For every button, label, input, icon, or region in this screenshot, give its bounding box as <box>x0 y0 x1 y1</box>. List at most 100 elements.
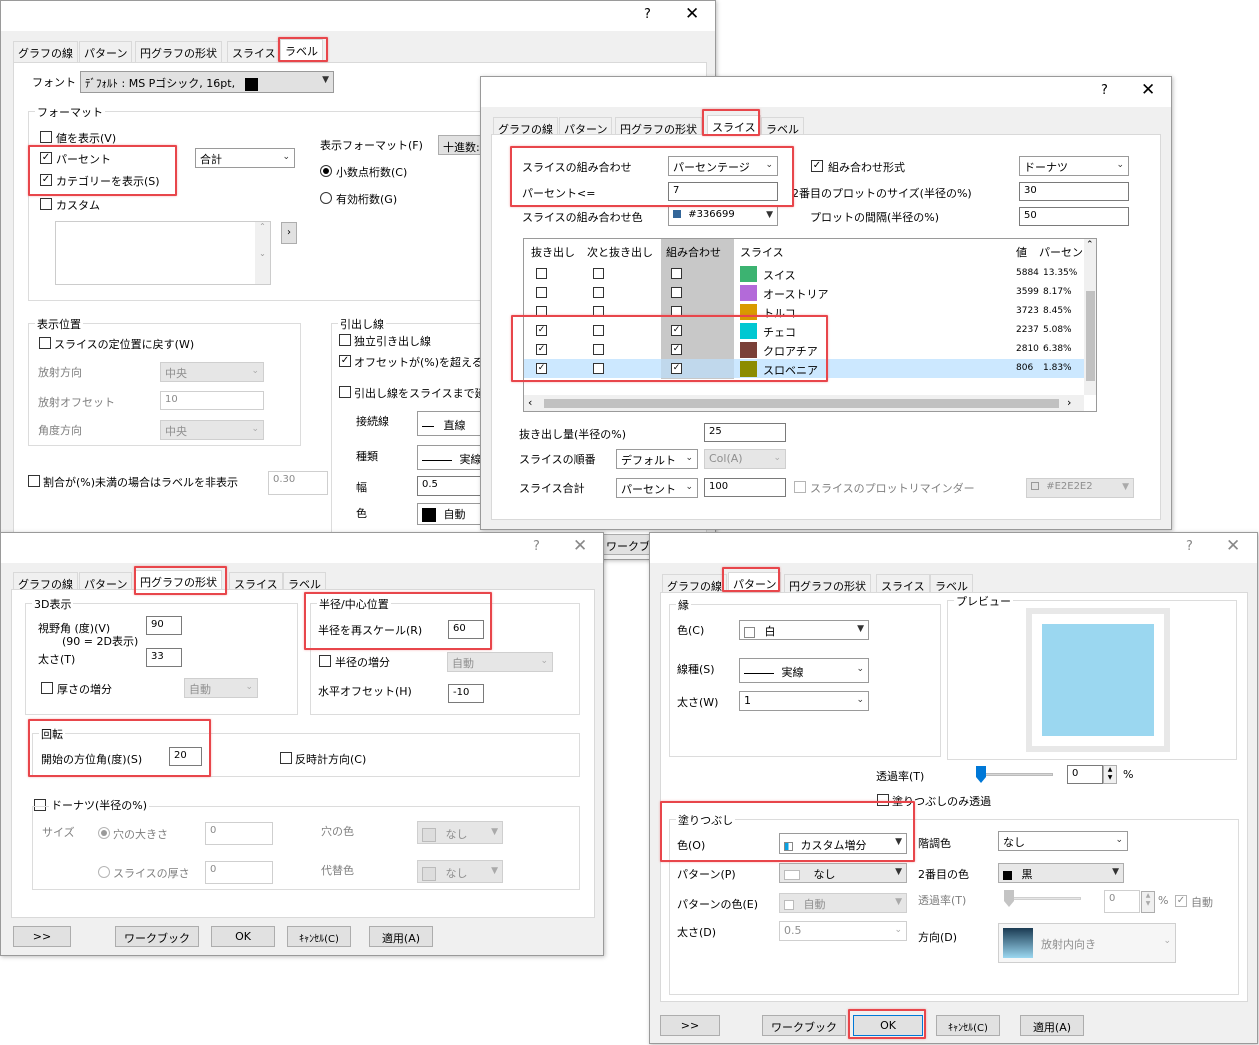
close-button[interactable]: ✕ <box>1226 536 1240 556</box>
transparency-slider[interactable] <box>976 766 1053 783</box>
cancel-button[interactable]: ｷｬﾝｾﾙ(C) <box>936 1015 1000 1036</box>
second-size-input[interactable]: 30 <box>1019 182 1129 201</box>
independent-leader-checkbox[interactable] <box>339 334 351 346</box>
hide-label-checkbox[interactable] <box>28 475 40 487</box>
scroll-left-icon[interactable]: ‹ <box>528 396 532 409</box>
plot-gap-input[interactable]: 50 <box>1019 207 1129 226</box>
transparency-spinner[interactable]: ▲ ▼ <box>1103 765 1117 784</box>
thickness-inc-select[interactable]: 自動 ⌄ <box>184 678 258 698</box>
width-select[interactable]: 0.5 ⌄ <box>779 921 907 941</box>
reset-position-checkbox[interactable] <box>39 337 51 349</box>
close-button[interactable]: ✕ <box>1141 80 1155 100</box>
header-combine[interactable]: 組み合わせ <box>666 244 721 260</box>
explode-next-checkbox[interactable] <box>593 287 604 298</box>
combine-checkbox[interactable] <box>671 268 682 279</box>
offset-over-checkbox[interactable]: ✓ <box>339 355 351 367</box>
hscroll-thumb[interactable] <box>544 399 1059 408</box>
direction-select[interactable]: 放射内向き ⌄ <box>998 923 1176 963</box>
help-button[interactable]: ? <box>1101 83 1108 98</box>
workbook-button[interactable]: ワークブック <box>115 926 199 947</box>
line-type-select[interactable]: 実線 ⌄ <box>739 658 869 683</box>
scroll-right-icon[interactable]: › <box>1067 396 1071 409</box>
explode-checkbox[interactable] <box>536 268 547 279</box>
transparency2-slider[interactable] <box>1004 890 1081 907</box>
pattern-select[interactable]: なし ▼ <box>779 863 907 883</box>
combine-format-select[interactable]: ドーナツ ⌄ <box>1019 156 1129 176</box>
combine-format-checkbox[interactable]: ✓ <box>811 160 823 172</box>
h-offset-input[interactable]: -10 <box>448 684 484 703</box>
close-button[interactable]: ✕ <box>685 4 699 24</box>
hole-size-radio[interactable] <box>98 827 110 839</box>
slider-thumb[interactable] <box>976 766 986 783</box>
pattern-color-select[interactable]: 自動 ▼ <box>779 893 907 913</box>
combine-checkbox[interactable] <box>671 287 682 298</box>
order-column-select[interactable]: Col(A) ⌄ <box>704 449 786 469</box>
combine-color-select[interactable]: #336699 ▼ <box>668 206 778 226</box>
close-button[interactable]: ✕ <box>573 536 587 556</box>
alt-color-select[interactable]: なし ▼ <box>417 860 503 883</box>
significant-digits-radio[interactable] <box>320 192 332 204</box>
header-percent[interactable]: パーセン <box>1039 244 1083 260</box>
transparency2-input[interactable]: 0 <box>1104 890 1140 913</box>
second-color-select[interactable]: 黒 ▼ <box>998 863 1124 883</box>
more-button[interactable]: >> <box>660 1015 720 1036</box>
help-button[interactable]: ? <box>533 539 540 554</box>
transparency2-spinner[interactable]: ▲ ▼ <box>1141 891 1155 913</box>
header-value[interactable]: 値 <box>1016 244 1027 260</box>
gradient-select[interactable]: なし ⌄ <box>998 831 1128 851</box>
header-slice[interactable]: スライス <box>740 244 784 260</box>
reminder-color-select[interactable]: #E2E2E2 ▼ <box>1026 478 1134 498</box>
view-angle-input[interactable]: 90 <box>146 616 182 635</box>
border-color-select[interactable]: 白 ▼ <box>739 620 869 640</box>
tab-slice[interactable]: スライス <box>227 41 281 62</box>
explode-next-checkbox[interactable] <box>593 268 604 279</box>
more-button[interactable]: >> <box>13 926 71 947</box>
ccw-checkbox[interactable] <box>280 752 292 764</box>
ok-button[interactable]: OK <box>211 926 275 947</box>
hide-threshold-input[interactable]: 0.30 <box>268 471 328 495</box>
apply-button[interactable]: 適用(A) <box>1020 1015 1084 1036</box>
transparency-input[interactable]: 0 <box>1067 765 1103 784</box>
order-select[interactable]: デフォルト ⌄ <box>616 449 698 469</box>
slice-thickness-radio[interactable] <box>98 866 110 878</box>
radial-offset-input[interactable]: 10 <box>160 391 264 410</box>
custom-textarea-scrollbar[interactable]: ⌃ ⌄ <box>255 222 270 284</box>
thickness-inc-checkbox[interactable] <box>41 682 53 694</box>
auto-checkbox[interactable]: ✓ <box>1175 895 1187 907</box>
slice-thickness-input[interactable]: 0 <box>205 861 273 884</box>
radius-inc-select[interactable]: 自動 ⌄ <box>447 652 553 672</box>
tab-pie-shape[interactable]: 円グラフの形状 <box>135 41 222 62</box>
cancel-button[interactable]: ｷｬﾝｾﾙ(C) <box>287 926 351 947</box>
angle-direction-select[interactable]: 中央 ⌄ <box>160 420 264 440</box>
explode-checkbox[interactable] <box>536 287 547 298</box>
reminder-checkbox[interactable] <box>794 481 806 493</box>
tab-line[interactable]: グラフの線 <box>13 41 78 62</box>
thickness-input[interactable]: 33 <box>146 648 182 667</box>
radius-inc-checkbox[interactable] <box>319 655 331 667</box>
leader-to-slice-checkbox[interactable] <box>339 386 351 398</box>
total-value-input[interactable]: 100 <box>704 478 786 497</box>
custom-checkbox[interactable] <box>40 198 52 210</box>
total-mode-select[interactable]: パーセント ⌄ <box>616 478 698 498</box>
header-explode[interactable]: 抜き出し <box>531 244 575 260</box>
decimal-places-radio[interactable] <box>320 165 332 177</box>
show-value-checkbox[interactable] <box>40 131 52 143</box>
font-select[interactable]: ﾃﾞﾌｫﾙﾄ : MS Pゴシック, 16pt, ▼ <box>80 71 334 93</box>
header-explode-next[interactable]: 次と抜き出し <box>587 244 653 260</box>
border-thickness-select[interactable]: 1 ⌄ <box>739 691 869 711</box>
radial-direction-select[interactable]: 中央 ⌄ <box>160 362 264 382</box>
vertical-scrollbar[interactable]: ⌃ <box>1084 239 1096 395</box>
sum-select[interactable]: 合計 ⌄ <box>195 148 295 168</box>
custom-textarea[interactable] <box>55 221 271 285</box>
hole-color-select[interactable]: なし ▼ <box>417 821 503 844</box>
help-button[interactable]: ? <box>1186 539 1193 554</box>
tab-pattern[interactable]: パターン <box>79 41 133 62</box>
hole-size-input[interactable]: 0 <box>205 822 273 845</box>
workbook-button[interactable]: ワークブック <box>762 1015 846 1036</box>
apply-button[interactable]: 適用(A) <box>369 926 433 947</box>
horizontal-scrollbar[interactable]: ‹ › <box>524 395 1084 411</box>
explode-amount-input[interactable]: 25 <box>704 423 786 442</box>
custom-expand-button[interactable]: › <box>281 222 297 244</box>
help-button[interactable]: ? <box>644 7 651 22</box>
scroll-up-icon[interactable]: ⌃ <box>1086 240 1094 250</box>
